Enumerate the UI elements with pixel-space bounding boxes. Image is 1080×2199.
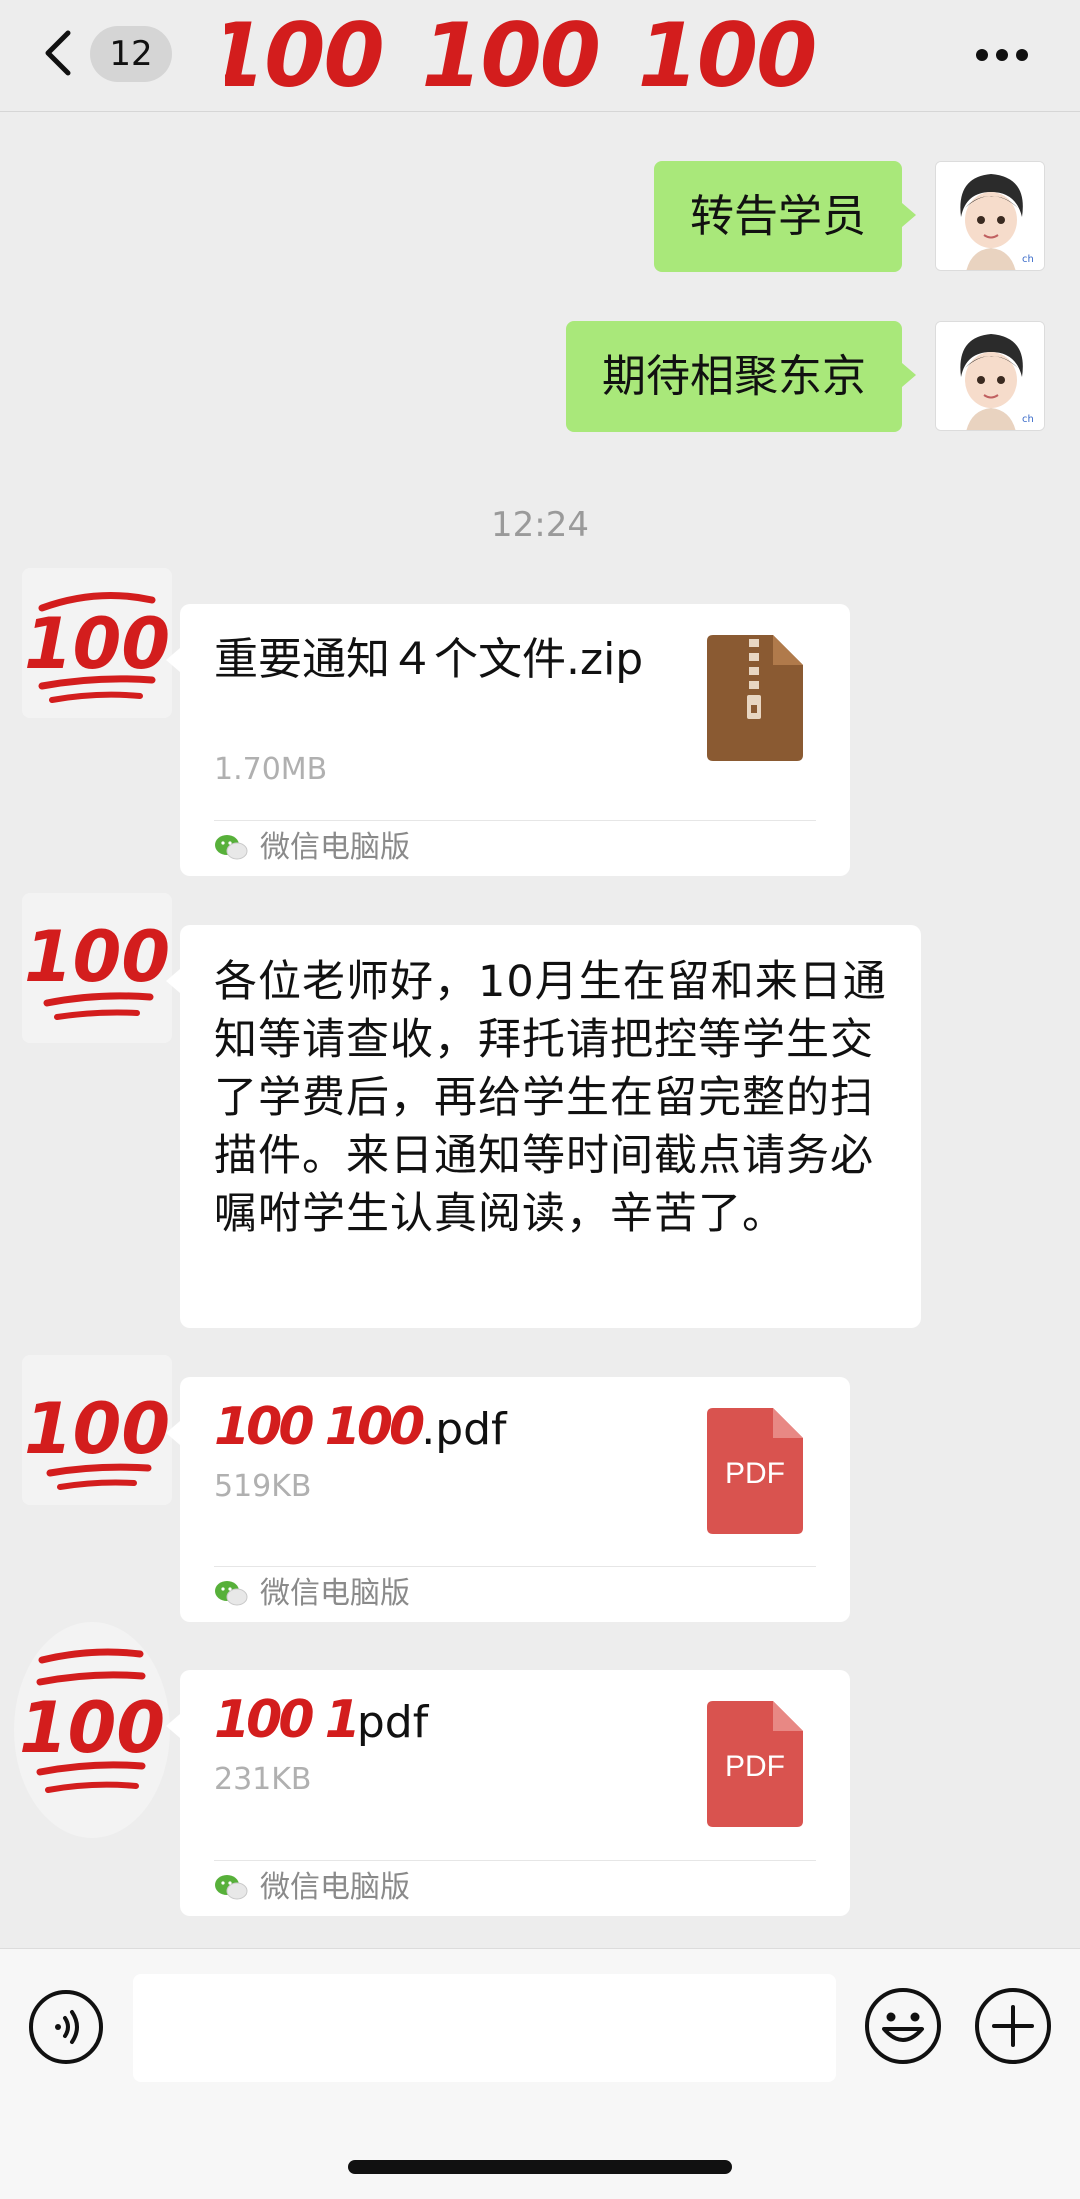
- message-text: 期待相聚东京: [602, 351, 866, 402]
- chat-header: 12 100 100 100 100 100 100: [0, 0, 1080, 112]
- hundred-points-icon: 100: [22, 893, 172, 1043]
- file-source-label: 微信电脑版: [260, 1576, 410, 1611]
- card-divider: [214, 820, 816, 821]
- wechat-icon: [215, 835, 248, 860]
- svg-text:ch: ch: [1022, 254, 1034, 265]
- self-avatar[interactable]: ch: [935, 161, 1045, 271]
- message-timestamp: 12:24: [491, 505, 589, 545]
- message-text: 各位老师好，10月生在留和来日通知等请查收，拜托请把控等学生交了学费后，再给学生…: [214, 957, 887, 1239]
- home-indicator[interactable]: [348, 2160, 732, 2174]
- svg-text:100: 100: [24, 1388, 170, 1470]
- file-size: 519KB: [214, 1469, 312, 1504]
- card-divider: [214, 1860, 816, 1861]
- file-name: 100 100.pdf: [214, 1399, 684, 1458]
- cartoon-avatar-icon: ch: [936, 162, 1044, 270]
- file-name-prefix: 100 1: [214, 1690, 361, 1750]
- svg-text:100: 100: [24, 603, 170, 685]
- contact-avatar[interactable]: 100: [22, 893, 172, 1043]
- chat-title: 100 100 100 100 100 100: [225, 0, 845, 112]
- file-source: 微信电脑版: [214, 828, 410, 868]
- cartoon-avatar-icon: ch: [936, 322, 1044, 430]
- emoji-icon[interactable]: [864, 1987, 942, 2065]
- hundred-points-icon: 100: [22, 1355, 172, 1505]
- contact-avatar[interactable]: 100: [22, 1355, 172, 1505]
- back-icon[interactable]: [38, 28, 78, 78]
- svg-text:100: 100: [19, 1687, 165, 1769]
- voice-input-icon[interactable]: [28, 1989, 104, 2065]
- outgoing-message[interactable]: 转告学员: [654, 161, 916, 272]
- file-name: 重要通知４个文件.zip: [214, 634, 644, 685]
- outgoing-message[interactable]: 期待相聚东京: [566, 321, 916, 432]
- file-message-card[interactable]: 重要通知４个文件.zip 1.70MB 微信电脑版: [166, 604, 850, 876]
- file-name-prefix: 100 100: [214, 1397, 425, 1457]
- svg-text:100: 100: [24, 916, 170, 998]
- file-message-card[interactable]: 100 100.pdf 519KB PDF 微信电脑版: [166, 1377, 850, 1622]
- contact-avatar[interactable]: 100: [12, 1620, 172, 1840]
- zip-file-icon: [707, 635, 803, 761]
- hundred-points-icon: 100: [22, 568, 172, 718]
- pdf-icon-label: PDF: [725, 1750, 785, 1783]
- contact-avatar[interactable]: 100: [22, 568, 172, 718]
- message-text: 转告学员: [690, 191, 866, 242]
- file-source: 微信电脑版: [214, 1868, 410, 1908]
- message-input[interactable]: [133, 1974, 836, 2082]
- file-name-suffix: pdf: [356, 1697, 429, 1748]
- file-name-suffix: .pdf: [421, 1404, 507, 1455]
- file-size: 1.70MB: [214, 752, 328, 787]
- file-source-label: 微信电脑版: [260, 830, 410, 865]
- plus-icon[interactable]: [974, 1987, 1052, 2065]
- file-name: 100 1pdf: [214, 1692, 684, 1751]
- more-options-icon[interactable]: [975, 48, 1029, 62]
- chat-title-text: 100 100 100 100 100 100: [225, 4, 845, 107]
- unread-count-badge[interactable]: 12: [90, 26, 172, 82]
- card-divider: [214, 1566, 816, 1567]
- file-source: 微信电脑版: [214, 1574, 410, 1614]
- file-size: 231KB: [214, 1762, 312, 1797]
- svg-text:ch: ch: [1022, 414, 1034, 425]
- pdf-icon-label: PDF: [725, 1457, 785, 1490]
- self-avatar[interactable]: ch: [935, 321, 1045, 431]
- file-message-card[interactable]: 100 1pdf 231KB PDF 微信电脑版: [166, 1670, 850, 1916]
- wechat-icon: [215, 1875, 248, 1900]
- file-source-label: 微信电脑版: [260, 1870, 410, 1905]
- incoming-text-message[interactable]: 各位老师好，10月生在留和来日通知等请查收，拜托请把控等学生交了学费后，再给学生…: [166, 925, 921, 1328]
- wechat-icon: [215, 1581, 248, 1606]
- hundred-points-icon: 100: [14, 1622, 170, 1838]
